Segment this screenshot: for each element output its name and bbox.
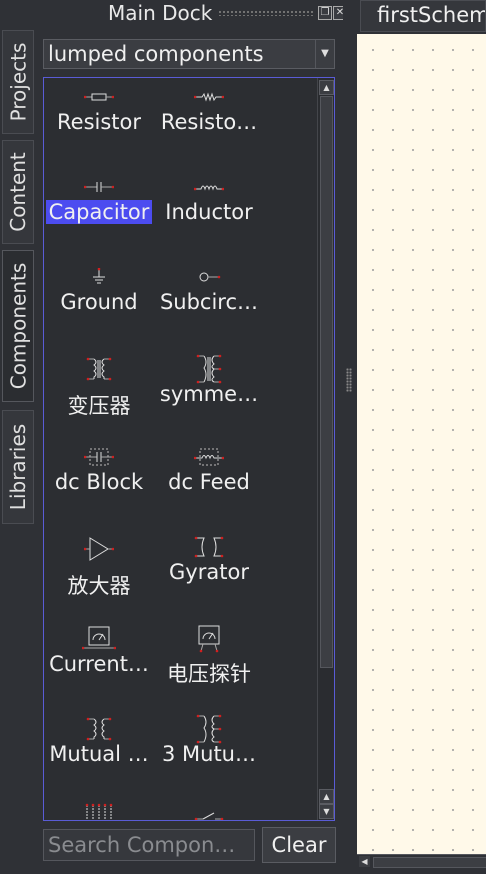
tab-schematic[interactable]: firstSchem — [360, 0, 486, 32]
canvas-horizontal-scrollbar[interactable]: ◀ — [357, 854, 486, 869]
component-item[interactable] — [154, 794, 264, 820]
component-label: dc Feed — [168, 470, 250, 494]
component-item[interactable]: 放大器 — [44, 528, 154, 618]
horizontal-scrollbar-thumb[interactable] — [373, 857, 486, 868]
dock-title: Main Dock — [108, 1, 213, 25]
amplifier-icon — [44, 534, 154, 564]
component-label: symme… — [159, 382, 259, 406]
component-item[interactable]: Current… — [44, 618, 154, 708]
component-label: 变压器 — [67, 394, 131, 418]
component-item[interactable]: dc Block — [44, 438, 154, 528]
component-item[interactable]: 电压探针 — [154, 618, 264, 708]
tab-libraries[interactable]: Libraries — [2, 410, 34, 524]
component-item[interactable]: Inductor — [154, 168, 264, 258]
subcircuit-port-icon — [154, 264, 264, 290]
component-item[interactable]: Resisto… — [154, 78, 264, 168]
tab-content-label: Content — [6, 152, 31, 232]
tab-libraries-label: Libraries — [6, 423, 31, 511]
switch-icon — [154, 800, 264, 820]
float-dock-button[interactable]: ❐ — [318, 6, 332, 20]
category-select-value: lumped components — [48, 42, 264, 66]
resistor-icon — [44, 84, 154, 110]
scroll-down-button[interactable]: ▼ — [319, 804, 334, 819]
capacitor-icon — [44, 174, 154, 200]
mutual-inductor-icon — [44, 714, 154, 744]
component-label: 电压探针 — [167, 662, 251, 686]
tab-projects-label: Projects — [6, 42, 31, 122]
dc-feed-icon — [154, 444, 264, 470]
dock-splitter[interactable] — [343, 0, 355, 874]
component-label: Resistor — [57, 110, 141, 134]
transformer-icon — [44, 354, 154, 384]
inductor-icon — [154, 174, 264, 200]
component-item[interactable]: dc Feed — [154, 438, 264, 528]
component-item[interactable]: symme… — [154, 348, 264, 438]
component-label: Current… — [49, 652, 149, 676]
component-label: Subcirc… — [159, 290, 259, 314]
component-label: 3 Mutu… — [161, 742, 256, 766]
dock-title-bar[interactable]: Main Dock ❐ ✕ — [0, 0, 350, 26]
component-item[interactable]: Ground — [44, 258, 154, 348]
dock-side-tabs: Projects Content Components Libraries — [0, 30, 34, 530]
scrollbar-thumb[interactable] — [320, 96, 333, 668]
current-probe-icon — [44, 624, 154, 654]
component-item[interactable]: 变压器 — [44, 348, 154, 438]
component-item[interactable]: Capacitor — [44, 168, 154, 258]
scroll-left-button[interactable]: ◀ — [359, 856, 370, 867]
component-item[interactable]: 3 Mutu… — [154, 708, 264, 798]
component-label: Inductor — [165, 200, 253, 224]
component-item[interactable]: Resistor — [44, 78, 154, 168]
component-label: 放大器 — [67, 574, 131, 598]
component-label-selected: Capacitor — [46, 200, 152, 224]
component-search-input[interactable] — [43, 829, 255, 861]
component-label: Resisto… — [160, 110, 258, 134]
ground-icon — [44, 264, 154, 290]
component-item[interactable]: Subcirc… — [154, 258, 264, 348]
mutual-inductors-multi-icon — [44, 800, 154, 820]
component-label: Gyrator — [169, 560, 249, 584]
component-label: Ground — [60, 290, 138, 314]
clear-button[interactable]: Clear — [262, 827, 336, 863]
scroll-up-button[interactable]: ▲ — [319, 80, 334, 95]
scroll-up-button-lower[interactable]: ▲ — [319, 789, 334, 804]
component-list[interactable]: Resistor Resisto… Capacitor Inductor Gro… — [43, 77, 335, 821]
symmetric-transformer-icon — [154, 354, 264, 384]
tab-components-label: Components — [6, 262, 31, 390]
component-label: dc Block — [54, 470, 144, 494]
chevron-down-icon[interactable]: ▼ — [315, 40, 334, 68]
category-select[interactable]: lumped components ▼ — [43, 39, 335, 69]
component-item[interactable]: Gyrator — [154, 528, 264, 618]
three-mutual-inductors-icon — [154, 714, 264, 744]
gyrator-icon — [154, 534, 264, 560]
component-item[interactable] — [44, 794, 154, 820]
dc-block-icon — [44, 444, 154, 470]
tab-schematic-label: firstSchem — [377, 3, 486, 27]
splitter-grip-icon[interactable] — [346, 368, 352, 392]
component-item[interactable]: Mutual … — [44, 708, 154, 798]
component-label: Mutual … — [49, 742, 149, 766]
dock-grip[interactable] — [218, 10, 314, 16]
tab-projects[interactable]: Projects — [2, 30, 34, 134]
schematic-canvas[interactable] — [357, 34, 486, 854]
resistor-us-icon — [154, 84, 264, 110]
component-list-scrollbar[interactable]: ▲ ▲ ▼ — [317, 78, 334, 820]
tab-components[interactable]: Components — [2, 250, 34, 402]
tab-content[interactable]: Content — [2, 140, 34, 244]
voltage-probe-icon — [154, 624, 264, 654]
